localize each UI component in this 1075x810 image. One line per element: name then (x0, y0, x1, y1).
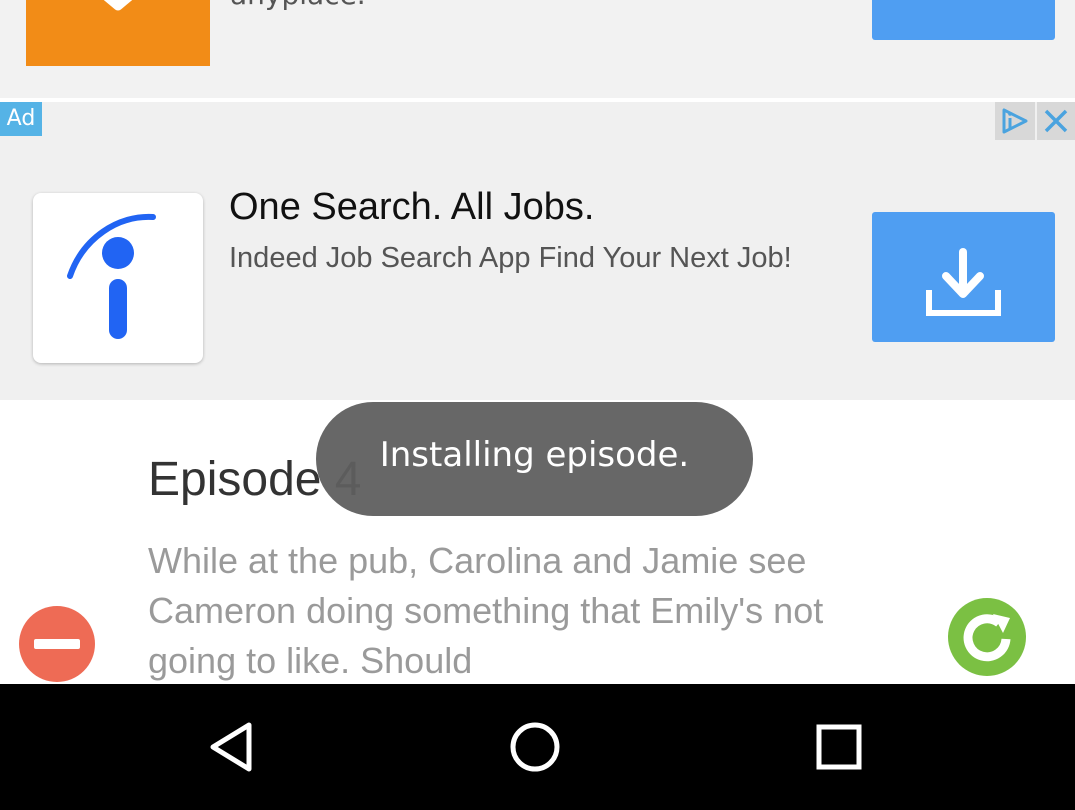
orange-app-icon (26, 0, 210, 66)
back-icon (210, 722, 252, 772)
ad-banner[interactable]: Ad One Search. All Jobs. Indeed Job Sear… (0, 102, 1075, 400)
top-ad-banner[interactable]: anyplace. (0, 0, 1075, 98)
home-button[interactable] (500, 712, 570, 782)
remove-button[interactable] (19, 606, 95, 682)
ad-title[interactable]: One Search. All Jobs. (229, 186, 594, 229)
navigation-bar (0, 684, 1075, 810)
refresh-icon[interactable] (946, 596, 1028, 678)
back-button[interactable] (198, 712, 268, 782)
ad-install-button[interactable] (872, 212, 1055, 342)
indeed-logo-icon (33, 193, 203, 363)
close-icon[interactable] (1037, 102, 1075, 140)
top-ad-text: anyplace. (230, 0, 366, 11)
ad-description: Indeed Job Search App Find Your Next Job… (229, 242, 792, 274)
recents-icon (816, 724, 862, 770)
toast-message: Installing episode. (316, 402, 753, 516)
download-icon (926, 248, 1001, 316)
ad-badge: Ad (0, 102, 42, 136)
adchoices-icon[interactable] (995, 102, 1035, 140)
top-ad-install-button[interactable] (872, 0, 1055, 40)
home-icon (510, 722, 560, 772)
episode-description: While at the pub, Carolina and Jamie see… (148, 540, 824, 681)
recents-button[interactable] (804, 712, 874, 782)
